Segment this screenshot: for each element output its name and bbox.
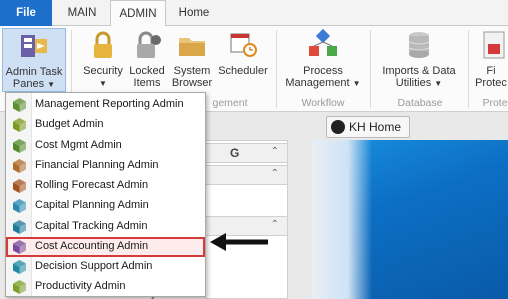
chevron-up-icon[interactable]: ⌃ bbox=[271, 146, 279, 157]
group-label-database: Database bbox=[397, 97, 443, 109]
home-dashboard-panel bbox=[312, 140, 508, 299]
locked-items-label-2: Items bbox=[133, 77, 161, 89]
module-cube-icon bbox=[13, 260, 26, 274]
database-icon bbox=[408, 32, 430, 58]
side-panel-header-text: G bbox=[230, 146, 240, 160]
module-cube-icon bbox=[13, 280, 26, 295]
module-cube-icon bbox=[13, 138, 26, 153]
file-protect-label-1: Fi bbox=[486, 65, 496, 77]
module-cube-icon bbox=[13, 239, 26, 254]
chevron-down-icon: ▼ bbox=[47, 80, 56, 89]
security-button[interactable]: Security ▼ bbox=[82, 28, 124, 92]
menu-item[interactable]: Budget Admin bbox=[6, 115, 205, 135]
menu-item[interactable]: Decision Support Admin bbox=[6, 257, 205, 277]
module-cube-icon bbox=[13, 158, 26, 173]
document-tab-label: KH Home bbox=[349, 120, 402, 134]
menu-item[interactable]: Management Reporting Admin bbox=[6, 95, 205, 115]
file-protect-label-2: Protec bbox=[475, 77, 507, 89]
menu-item-label: Financial Planning Admin bbox=[35, 158, 159, 171]
chevron-up-icon[interactable]: ⌃ bbox=[271, 168, 279, 179]
menu-item-label: Productivity Admin bbox=[35, 280, 126, 293]
task-panes-icon bbox=[21, 35, 47, 57]
menu-item-label: Rolling Forecast Admin bbox=[35, 179, 149, 191]
file-protect-button[interactable]: Fi Protec bbox=[474, 28, 508, 92]
divider bbox=[276, 30, 277, 108]
document-tab-kh-home[interactable]: KH Home bbox=[326, 116, 410, 138]
calendar-clock-icon bbox=[230, 33, 257, 57]
system-browser-label-2: Browser bbox=[171, 77, 213, 89]
menu-item-label: Budget Admin bbox=[35, 118, 104, 131]
chevron-down-icon: ▼ bbox=[434, 79, 443, 88]
side-panel-header[interactable]: G ⌃ bbox=[205, 143, 288, 163]
tab-file[interactable]: File bbox=[0, 0, 52, 26]
system-browser-label-1: System bbox=[173, 65, 211, 77]
home-badge-icon bbox=[331, 120, 345, 134]
scheduler-label: Scheduler bbox=[218, 65, 268, 77]
menu-item[interactable]: Cost Accounting Admin bbox=[6, 236, 205, 257]
module-cube-icon bbox=[13, 219, 26, 234]
locked-key-icon bbox=[137, 31, 161, 58]
process-management-label-2: Management bbox=[285, 77, 350, 89]
locked-items-button[interactable]: Locked Items bbox=[126, 28, 168, 92]
process-management-label-1: Process bbox=[303, 65, 343, 77]
group-label-protect: Prote bbox=[482, 97, 508, 109]
imports-data-utilities-button[interactable]: Imports & Data Utilities ▼ bbox=[376, 28, 462, 92]
chevron-down-icon: ▼ bbox=[352, 79, 361, 88]
process-management-button[interactable]: Process Management ▼ bbox=[282, 28, 364, 92]
admin-task-panes-menu: Management Reporting Admin Budget Admin Co… bbox=[5, 92, 206, 297]
admin-task-panes-label-2: Panes bbox=[12, 78, 45, 90]
file-protect-icon bbox=[483, 31, 505, 59]
module-cube-icon bbox=[13, 199, 26, 214]
folder-icon bbox=[179, 38, 205, 56]
module-cube-icon bbox=[13, 118, 26, 133]
menu-item[interactable]: Financial Planning Admin bbox=[6, 156, 205, 176]
module-cube-icon bbox=[13, 179, 26, 193]
security-label: Security bbox=[83, 65, 123, 77]
menu-item[interactable]: Productivity Admin bbox=[6, 277, 205, 297]
tab-home[interactable]: Home bbox=[170, 0, 218, 26]
chevron-up-icon[interactable]: ⌃ bbox=[271, 219, 279, 230]
chevron-down-icon: ▼ bbox=[99, 79, 107, 88]
menu-item[interactable]: Capital Planning Admin bbox=[6, 196, 205, 216]
workflow-icon bbox=[309, 28, 337, 56]
locked-items-label-1: Locked bbox=[129, 65, 165, 77]
menu-item-label: Capital Planning Admin bbox=[35, 199, 149, 212]
lock-icon bbox=[94, 31, 112, 58]
side-panel-section[interactable]: ⌃ bbox=[205, 165, 288, 185]
imports-data-label-2: Utilities bbox=[395, 77, 432, 89]
menu-item-label: Capital Tracking Admin bbox=[35, 219, 148, 232]
menu-item[interactable]: Cost Mgmt Admin bbox=[6, 136, 205, 156]
dashboard-swoosh-graphic bbox=[312, 140, 372, 299]
menu-item-label: Cost Mgmt Admin bbox=[35, 138, 122, 151]
divider bbox=[468, 30, 469, 108]
admin-task-panes-label-1: Admin Task bbox=[5, 66, 63, 78]
imports-data-label-1: Imports & Data bbox=[382, 65, 456, 77]
menu-item[interactable]: Capital Tracking Admin bbox=[6, 217, 205, 237]
tab-admin[interactable]: ADMIN bbox=[110, 0, 166, 27]
admin-task-panes-button[interactable]: Admin Task Panes ▼ bbox=[2, 28, 66, 92]
group-label-management: gement bbox=[212, 97, 248, 109]
menu-item-label: Cost Accounting Admin bbox=[35, 239, 149, 252]
group-label-workflow: Workflow bbox=[301, 97, 345, 109]
menu-item[interactable]: Rolling Forecast Admin bbox=[6, 176, 205, 196]
scheduler-button[interactable]: Scheduler bbox=[216, 28, 270, 92]
ribbon-tab-bar: File MAIN ADMIN Home bbox=[0, 0, 508, 27]
menu-item-label: Decision Support Admin bbox=[35, 260, 153, 272]
annotation-arrow-icon bbox=[210, 233, 268, 251]
module-cube-icon bbox=[13, 98, 26, 112]
tab-main[interactable]: MAIN bbox=[56, 0, 108, 26]
divider bbox=[370, 30, 371, 108]
system-browser-button[interactable]: System Browser bbox=[170, 28, 214, 92]
menu-item-label: Management Reporting Admin bbox=[35, 98, 184, 110]
